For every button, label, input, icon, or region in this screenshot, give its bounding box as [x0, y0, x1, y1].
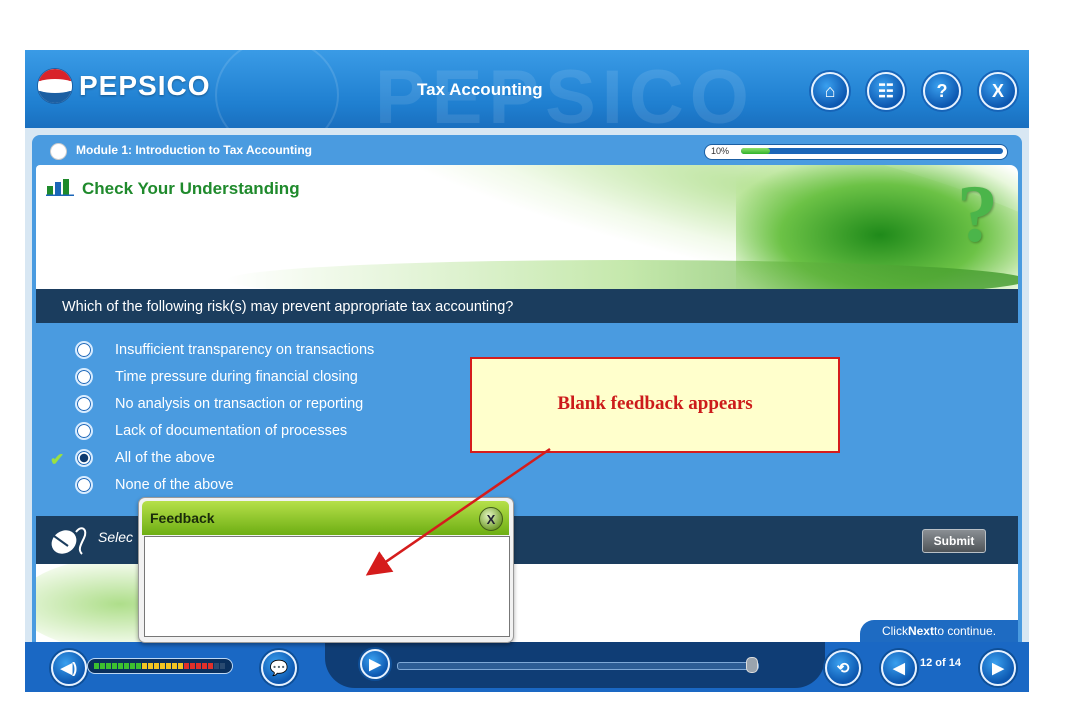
mouse-icon — [51, 527, 87, 555]
feedback-body — [144, 536, 510, 637]
timeline-knob[interactable] — [746, 657, 758, 673]
radio-button[interactable] — [75, 368, 93, 386]
sitemap-icon: ☷ — [877, 80, 895, 101]
volume-meter[interactable] — [87, 658, 233, 674]
volume-segment — [148, 663, 153, 669]
volume-segment — [136, 663, 141, 669]
pepsico-logo: PEPSICO — [37, 68, 210, 104]
transcript-button[interactable]: 💬 — [261, 650, 297, 686]
answer-option-label: Insufficient transparency on transaction… — [115, 342, 375, 358]
answer-option[interactable]: Lack of documentation of processes — [75, 420, 347, 442]
page-title: Check Your Understanding — [82, 179, 300, 198]
feedback-title: Feedback — [150, 510, 215, 526]
question-text: Which of the following risk(s) may preve… — [62, 299, 514, 315]
volume-segment — [154, 663, 159, 669]
app-header: PEPSICO PEPSICO Tax Accounting ⌂ ☷ ? X — [25, 38, 1029, 152]
exit-button[interactable]: X — [979, 72, 1017, 110]
speech-bubble-icon: 💬 — [269, 660, 289, 677]
progress-fill — [741, 148, 770, 154]
annotation-text: Blank feedback appears — [557, 393, 753, 414]
brand-name: PEPSICO — [79, 70, 211, 101]
radio-button[interactable] — [75, 422, 93, 440]
sitemap-button[interactable]: ☷ — [867, 72, 905, 110]
volume-segment — [130, 663, 135, 669]
speaker-icon: ◀) — [60, 660, 78, 677]
answer-option[interactable]: All of the above — [75, 447, 215, 469]
audio-button[interactable]: ◀) — [51, 650, 87, 686]
feedback-popup: Feedback X — [138, 497, 514, 643]
course-title: Tax Accounting — [417, 80, 543, 99]
answer-option-label: All of the above — [115, 450, 215, 466]
volume-segment — [202, 663, 207, 669]
progress-track — [741, 148, 1003, 154]
play-button[interactable]: ▶ — [360, 649, 390, 679]
radio-button[interactable] — [75, 476, 93, 494]
next-button[interactable]: ▶ — [980, 650, 1016, 686]
home-button[interactable]: ⌂ — [811, 72, 849, 110]
globe-icon — [50, 143, 67, 160]
volume-segment — [112, 663, 117, 669]
home-icon: ⌂ — [824, 80, 836, 101]
help-button[interactable]: ? — [923, 72, 961, 110]
back-button[interactable]: ◀ — [881, 650, 917, 686]
volume-segment — [196, 663, 201, 669]
answer-option-label: Lack of documentation of processes — [115, 423, 348, 439]
help-icon: ? — [936, 80, 948, 101]
progress-label: 10% — [711, 146, 730, 156]
click-next-text-post: to continue. — [933, 624, 997, 638]
volume-segment — [220, 663, 225, 669]
radio-button[interactable] — [75, 395, 93, 413]
radio-button-selected[interactable] — [75, 449, 93, 467]
answer-option[interactable]: Insufficient transparency on transaction… — [75, 339, 374, 361]
volume-segment — [118, 663, 123, 669]
volume-segment — [172, 663, 177, 669]
question-mark-icon: ? — [957, 168, 998, 259]
quiz-chart-icon — [46, 179, 74, 196]
click-next-bold: Next — [907, 624, 934, 638]
replay-button[interactable]: ⟲ — [825, 650, 861, 686]
arrow-right-icon: ▶ — [992, 660, 1004, 677]
volume-segment — [166, 663, 171, 669]
feedback-header: Feedback X — [142, 501, 509, 535]
page-counter: 12 of 14 — [920, 657, 961, 669]
instruction-text: Selec — [98, 529, 134, 545]
module-title: Module 1: Introduction to Tax Accounting — [76, 143, 312, 157]
volume-segment — [184, 663, 189, 669]
checkmark-icon: ✔ — [50, 450, 65, 469]
question-bar: Which of the following risk(s) may preve… — [36, 289, 1018, 323]
answer-option-label: Time pressure during financial closing — [115, 369, 358, 385]
section-banner: Check Your Understanding ? — [36, 165, 1018, 289]
volume-segment — [214, 663, 219, 669]
volume-segment — [178, 663, 183, 669]
submit-button[interactable]: Submit — [922, 529, 986, 553]
answer-option[interactable]: None of the above — [75, 474, 234, 496]
radio-button[interactable] — [75, 341, 93, 359]
volume-segment — [94, 663, 99, 669]
module-bar: Module 1: Introduction to Tax Accounting… — [32, 140, 1022, 164]
volume-segment — [190, 663, 195, 669]
volume-segment — [160, 663, 165, 669]
answer-option[interactable]: No analysis on transaction or reporting — [75, 393, 363, 415]
volume-segment — [142, 663, 147, 669]
close-icon: X — [991, 80, 1004, 101]
play-icon: ▶ — [369, 656, 381, 673]
close-icon: X — [486, 511, 496, 527]
volume-segment — [100, 663, 105, 669]
click-next-hint: Click Next to continue. — [860, 620, 1018, 642]
click-next-text-pre: Click — [881, 624, 908, 638]
annotation-callout: Blank feedback appears — [470, 357, 840, 453]
answer-option-label: No analysis on transaction or reporting — [115, 396, 364, 412]
feedback-close-button[interactable]: X — [479, 507, 503, 531]
volume-segment — [106, 663, 111, 669]
progress-bar: 10% — [704, 144, 1008, 160]
volume-segment — [124, 663, 129, 669]
answer-option[interactable]: Time pressure during financial closing — [75, 366, 358, 388]
timeline-track[interactable] — [397, 662, 759, 670]
player-footer: ◀) 💬 ▶ ⟲ ◀ 12 of 14 ▶ — [25, 642, 1029, 692]
arrow-left-icon: ◀ — [893, 660, 905, 677]
pepsi-globe-icon — [37, 68, 73, 104]
volume-segment — [208, 663, 213, 669]
answer-option-label: None of the above — [115, 477, 234, 493]
replay-icon: ⟲ — [836, 660, 850, 677]
